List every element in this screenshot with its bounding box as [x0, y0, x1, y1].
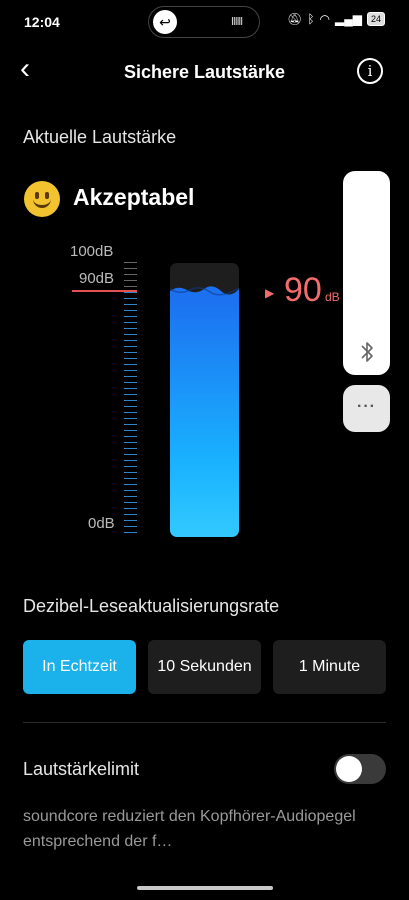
volume-limit-description: soundcore reduziert den Kopfhörer-Audiop… [23, 808, 356, 850]
scale-tick [124, 460, 137, 461]
scale-tick [124, 436, 137, 437]
scale-tick [124, 262, 137, 263]
scale-tick [124, 346, 137, 347]
rate-option-1min[interactable]: 1 Minute [273, 640, 386, 694]
home-indicator[interactable] [137, 886, 273, 890]
scale-tick [124, 316, 137, 317]
scale-tick [124, 514, 137, 515]
scale-tick [124, 424, 137, 425]
scale-tick [124, 388, 137, 389]
smiley-face-icon [24, 181, 60, 217]
scale-tick [124, 490, 137, 491]
audio-waveform-icon: ǀǀǀǀǀǀ [231, 16, 243, 28]
scale-label-bottom: 0dB [88, 515, 115, 532]
readout-pointer-icon: ▶ [265, 286, 275, 300]
scale-tick [124, 298, 137, 299]
scale-tick [124, 292, 137, 293]
scale-tick [124, 394, 137, 395]
scale-tick [124, 412, 137, 413]
scale-tick [124, 280, 137, 281]
scale-tick [124, 454, 137, 455]
rate-option-realtime[interactable]: In Echtzeit [23, 640, 136, 694]
scale-tick [124, 310, 137, 311]
share-arrow-icon: ↩ [153, 10, 177, 34]
status-time: 12:04 [24, 14, 60, 30]
volume-limit-toggle[interactable] [334, 754, 386, 784]
battery-icon: 24 [366, 12, 385, 26]
scale-tick [124, 340, 137, 341]
signal-icon: ▂▄▆ [335, 12, 362, 26]
db-readout-value: 90 [284, 271, 322, 309]
toggle-knob [336, 756, 362, 782]
volume-status: Akzeptabel [73, 184, 195, 210]
scale-tick [124, 334, 137, 335]
scale-tick [124, 496, 137, 497]
scale-tick [124, 406, 137, 407]
divider [23, 722, 386, 723]
page-title: Sichere Lautstärke [123, 62, 286, 82]
scale-tick [124, 268, 137, 269]
scale-tick [124, 526, 137, 527]
scale-tick [124, 484, 137, 485]
db-readout-unit: dB [325, 290, 340, 304]
scale-tick [124, 520, 137, 521]
volume-limit-label: Lautstärkelimit [23, 759, 140, 779]
scale-tick [124, 430, 137, 431]
scale-tick [124, 478, 137, 479]
scale-tick [124, 328, 137, 329]
scale-tick [124, 532, 137, 533]
info-icon[interactable]: i [357, 58, 383, 84]
more-icon[interactable]: ··· [343, 385, 390, 432]
scale-tick [124, 472, 137, 473]
decibel-meter [170, 263, 239, 537]
scale-tick [124, 274, 137, 275]
scale-tick [124, 382, 137, 383]
scale-tick [124, 322, 137, 323]
status-icons: 🔕︎ ᛒ ◠ ▂▄▆ 24 [287, 12, 385, 26]
scale-tick [124, 376, 137, 377]
mute-icon: 🔕︎ [287, 12, 303, 26]
scale-tick [124, 358, 137, 359]
meter-wave [170, 286, 239, 299]
scale-tick [124, 502, 137, 503]
scale-tick [124, 364, 137, 365]
bluetooth-status-icon: ᛒ [307, 12, 315, 26]
scale-tick [124, 352, 137, 353]
scale-tick [124, 508, 137, 509]
scroll-fade [0, 850, 409, 900]
scale-label-top: 100dB [70, 243, 114, 260]
rate-option-10s[interactable]: 10 Sekunden [148, 640, 261, 694]
scale-label-limit: 90dB [79, 270, 115, 287]
scale-tick [124, 304, 137, 305]
wifi-icon: ◠ [319, 12, 331, 26]
scale-tick [124, 442, 137, 443]
scale-tick [124, 286, 137, 287]
limit-line [72, 290, 137, 292]
update-rate-label: Dezibel-Leseaktualisierungsrate [23, 596, 280, 616]
current-volume-label: Aktuelle Lautstärke [23, 127, 177, 147]
meter-fill [170, 298, 239, 537]
bluetooth-icon [361, 342, 373, 362]
scale-tick [124, 448, 137, 449]
scale-tick [124, 400, 137, 401]
scale-tick [124, 370, 137, 371]
scale-tick [124, 466, 137, 467]
scale-tick [124, 418, 137, 419]
dynamic-island[interactable]: ↩ ǀǀǀǀǀǀ [148, 6, 260, 38]
